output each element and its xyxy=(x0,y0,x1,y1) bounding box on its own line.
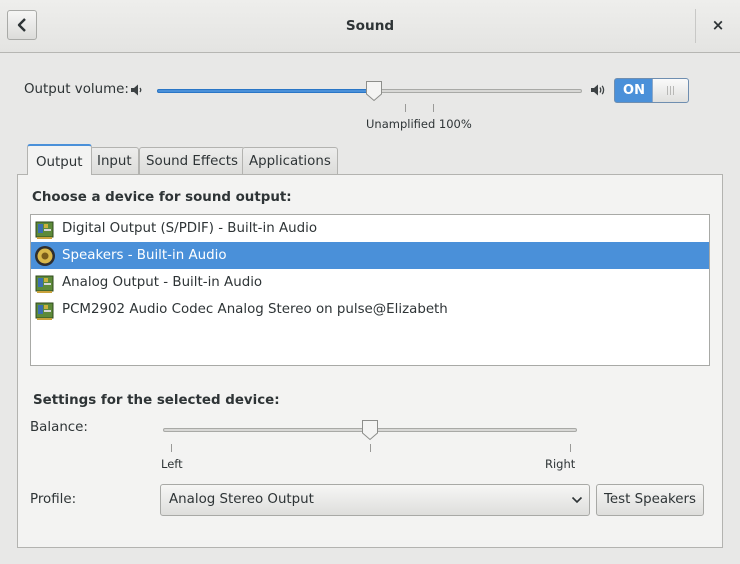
device-list: Digital Output (S/PDIF) - Built-in Audio… xyxy=(30,214,710,366)
chevron-left-icon xyxy=(17,18,26,32)
grip-line xyxy=(673,86,674,95)
grip-line xyxy=(667,86,668,95)
device-row[interactable]: Digital Output (S/PDIF) - Built-in Audio xyxy=(31,215,709,242)
output-volume-slider-handle[interactable] xyxy=(365,80,383,102)
back-button[interactable] xyxy=(7,10,37,40)
balance-slider-handle[interactable] xyxy=(361,419,379,441)
balance-tick xyxy=(570,444,571,452)
device-row-selected[interactable]: Speakers - Built-in Audio xyxy=(31,242,709,269)
profile-combo[interactable]: Analog Stereo Output xyxy=(160,484,590,516)
device-row[interactable]: Analog Output - Built-in Audio xyxy=(31,269,709,296)
balance-left-label: Left xyxy=(161,457,183,471)
header-separator xyxy=(695,9,696,43)
grip-line xyxy=(670,86,671,95)
audio-card-icon xyxy=(35,302,54,320)
tab-input[interactable]: Input xyxy=(90,147,139,174)
test-speakers-button[interactable]: Test Speakers xyxy=(596,484,704,516)
switch-on-label: ON xyxy=(623,83,645,98)
volume-low-icon xyxy=(131,84,142,96)
volume-high-icon xyxy=(591,84,605,96)
balance-tick xyxy=(171,444,172,452)
tab-sound-effects[interactable]: Sound Effects xyxy=(139,147,245,174)
close-button[interactable]: × xyxy=(707,14,729,36)
device-label: Analog Output - Built-in Audio xyxy=(62,275,263,290)
output-volume-label: Output volume: xyxy=(24,82,129,97)
volume-mark-tick xyxy=(405,104,406,112)
output-volume-fill xyxy=(157,89,374,93)
device-row[interactable]: PCM2902 Audio Codec Analog Stereo on pul… xyxy=(31,296,709,323)
device-label: Digital Output (S/PDIF) - Built-in Audio xyxy=(62,221,318,236)
window-title: Sound xyxy=(345,18,395,34)
speaker-icon xyxy=(35,246,55,266)
audio-card-icon xyxy=(35,275,54,293)
choose-device-heading: Choose a device for sound output: xyxy=(32,190,292,205)
profile-label: Profile: xyxy=(30,492,77,507)
switch-knob[interactable] xyxy=(652,79,688,102)
balance-tick xyxy=(370,444,371,452)
audio-card-icon xyxy=(35,221,54,239)
chevron-down-icon xyxy=(571,496,583,504)
device-label: PCM2902 Audio Codec Analog Stereo on pul… xyxy=(62,302,448,317)
balance-right-label: Right xyxy=(545,457,576,471)
balance-label: Balance: xyxy=(30,420,88,435)
volume-mark-label: Unamplified 100% xyxy=(366,117,472,131)
device-settings-heading: Settings for the selected device: xyxy=(33,393,280,408)
device-label: Speakers - Built-in Audio xyxy=(62,248,227,263)
tab-applications[interactable]: Applications xyxy=(242,147,338,174)
output-volume-switch[interactable]: ON xyxy=(614,78,689,103)
volume-mark-tick xyxy=(433,104,434,112)
profile-value: Analog Stereo Output xyxy=(169,492,314,507)
tab-output[interactable]: Output xyxy=(27,144,92,175)
